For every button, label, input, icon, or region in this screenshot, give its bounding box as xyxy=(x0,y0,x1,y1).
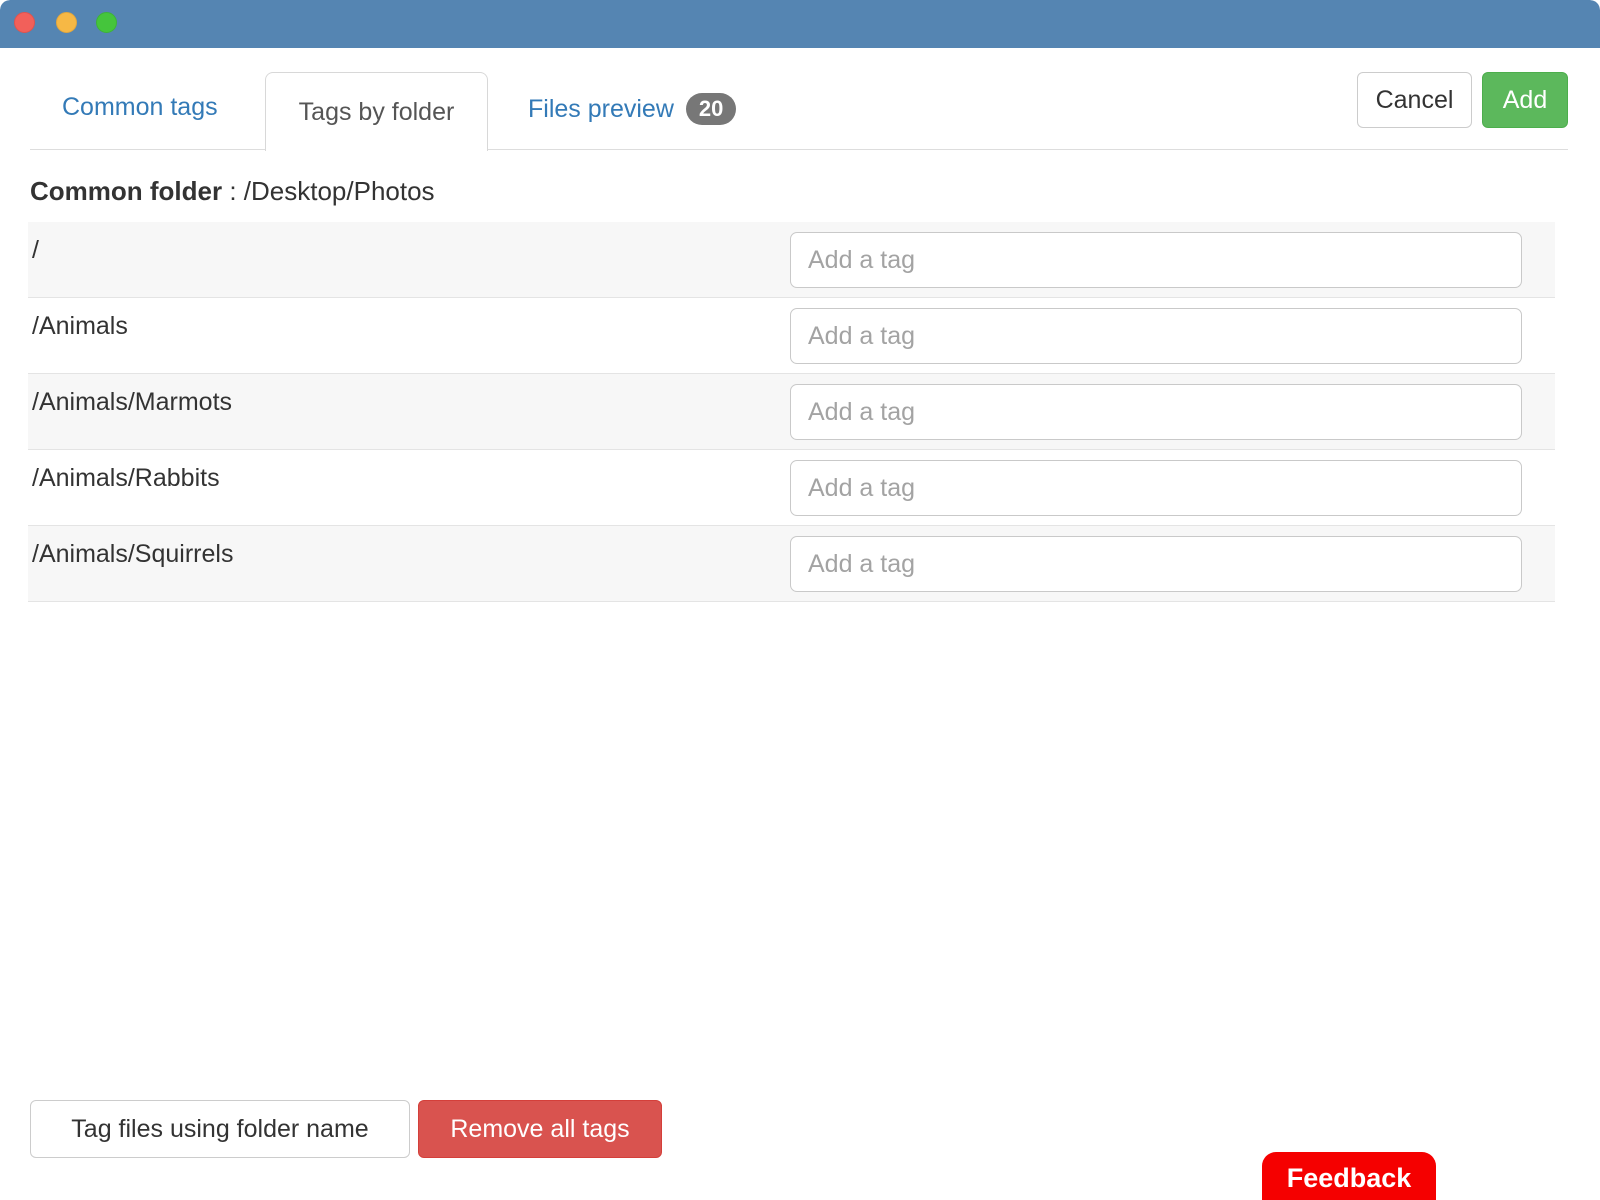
common-folder-separator: : xyxy=(222,176,244,206)
tab-tags-by-folder[interactable]: Tags by folder xyxy=(265,72,488,151)
tag-input[interactable] xyxy=(790,308,1522,364)
tag-input[interactable] xyxy=(790,536,1522,592)
remove-all-tags-button[interactable]: Remove all tags xyxy=(418,1100,662,1158)
close-button[interactable] xyxy=(14,12,35,33)
tag-files-using-folder-name-button[interactable]: Tag files using folder name xyxy=(30,1100,410,1158)
folder-path-label: /Animals/Marmots xyxy=(28,374,790,449)
tab-common-tags[interactable]: Common tags xyxy=(62,93,218,122)
tab-files-preview[interactable]: Files preview 20 xyxy=(528,93,736,125)
cancel-button[interactable]: Cancel xyxy=(1357,72,1472,128)
folder-path-label: /Animals/Squirrels xyxy=(28,526,790,601)
folder-row: /Animals xyxy=(28,298,1555,374)
common-folder-path: /Desktop/Photos xyxy=(244,176,435,206)
folder-row: /Animals/Rabbits xyxy=(28,450,1555,526)
minimize-button[interactable] xyxy=(56,12,77,33)
tab-tags-by-folder-label: Tags by folder xyxy=(299,98,455,127)
feedback-button[interactable]: Feedback xyxy=(1262,1152,1436,1200)
common-folder-heading: Common folder : /Desktop/Photos xyxy=(30,176,435,207)
add-button[interactable]: Add xyxy=(1482,72,1568,128)
folder-row: /Animals/Marmots xyxy=(28,374,1555,450)
zoom-button[interactable] xyxy=(96,12,117,33)
folder-path-label: /Animals xyxy=(28,298,790,373)
feedback-button-label: Feedback xyxy=(1287,1163,1412,1194)
tag-input[interactable] xyxy=(790,460,1522,516)
tab-files-preview-label: Files preview xyxy=(528,95,674,124)
folder-tag-table: / /Animals /Animals/Marmots /Animals/Rab… xyxy=(28,222,1555,602)
folder-row: / xyxy=(28,222,1555,298)
tabbar-divider xyxy=(30,149,1568,150)
tag-input[interactable] xyxy=(790,384,1522,440)
app-window: Common tags Tags by folder Files preview… xyxy=(0,0,1600,1200)
files-preview-count-badge: 20 xyxy=(686,93,736,125)
titlebar xyxy=(0,0,1600,48)
folder-row: /Animals/Squirrels xyxy=(28,526,1555,602)
tag-input[interactable] xyxy=(790,232,1522,288)
folder-path-label: /Animals/Rabbits xyxy=(28,450,790,525)
folder-path-label: / xyxy=(28,222,790,297)
common-folder-label: Common folder xyxy=(30,176,222,206)
